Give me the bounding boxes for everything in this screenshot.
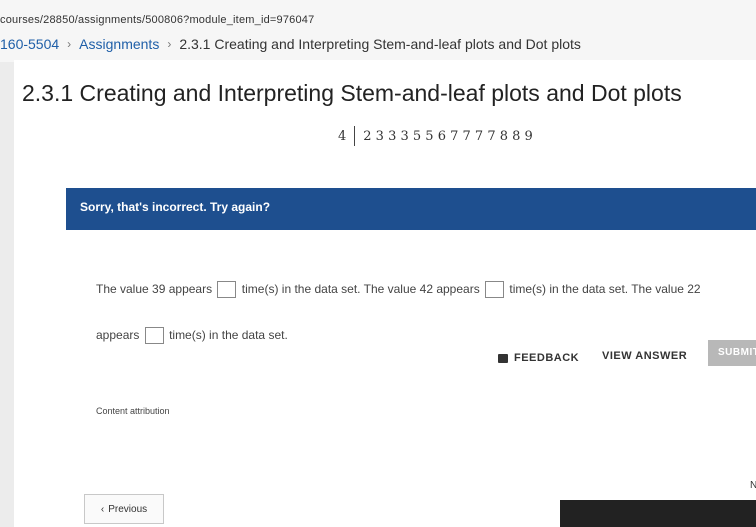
next-button[interactable]: N bbox=[750, 480, 756, 491]
question-part-2: time(s) in the data set. The value 42 ap… bbox=[241, 282, 480, 296]
feedback-label: FEEDBACK bbox=[514, 352, 580, 364]
url-text[interactable]: courses/28850/assignments/500806?module_… bbox=[0, 14, 314, 26]
breadcrumb-separator: › bbox=[67, 37, 72, 51]
breadcrumb-assignments[interactable]: Assignments bbox=[79, 36, 159, 52]
chevron-left-icon: ‹ bbox=[100, 503, 105, 515]
leaf-values: 2 3 3 3 5 5 6 7 7 7 7 8 8 9 bbox=[363, 128, 533, 144]
answer-input-39[interactable] bbox=[217, 281, 237, 299]
feedback-button[interactable]: FEEDBACK bbox=[498, 352, 579, 364]
screen-bezel bbox=[560, 500, 756, 527]
view-answer-button[interactable]: VIEW ANSWER bbox=[602, 350, 687, 362]
browser-bar: courses/28850/assignments/500806?module_… bbox=[0, 0, 756, 62]
submit-button[interactable]: SUBMIT bbox=[708, 340, 756, 366]
breadcrumb-current: 2.3.1 Creating and Interpreting Stem-and… bbox=[179, 36, 581, 52]
stem-leaf-plot: 4 2 3 3 3 5 5 6 7 7 7 7 8 8 9 bbox=[338, 126, 533, 146]
breadcrumb-separator: › bbox=[167, 37, 172, 51]
question-part-3: time(s) in the data set. The value 22 bbox=[509, 282, 701, 296]
banner-message: Sorry, that's incorrect. Try again? bbox=[80, 200, 271, 214]
content-attribution-link[interactable]: Content attribution bbox=[96, 406, 170, 416]
question-text: The value 39 appears time(s) in the data… bbox=[96, 266, 746, 358]
incorrect-banner: Sorry, that's incorrect. Try again? bbox=[66, 188, 756, 230]
previous-button[interactable]: ‹ Previous bbox=[84, 494, 164, 524]
answer-input-42[interactable] bbox=[485, 281, 505, 299]
stem-value: 4 bbox=[338, 128, 347, 144]
question-part-5: time(s) in the data set. bbox=[169, 328, 288, 342]
assignment-card: 2.3.1 Creating and Interpreting Stem-and… bbox=[14, 60, 756, 527]
question-part-1: The value 39 appears bbox=[96, 282, 213, 296]
page-title: 2.3.1 Creating and Interpreting Stem-and… bbox=[22, 80, 682, 106]
previous-label: Previous bbox=[108, 503, 148, 515]
question-part-4: appears bbox=[96, 328, 140, 342]
stem-divider bbox=[354, 126, 356, 146]
answer-input-22[interactable] bbox=[144, 327, 164, 345]
breadcrumb: 160-5504 › Assignments › 2.3.1 Creating … bbox=[0, 36, 581, 52]
breadcrumb-course[interactable]: 160-5504 bbox=[0, 36, 59, 52]
comment-icon bbox=[498, 353, 508, 363]
